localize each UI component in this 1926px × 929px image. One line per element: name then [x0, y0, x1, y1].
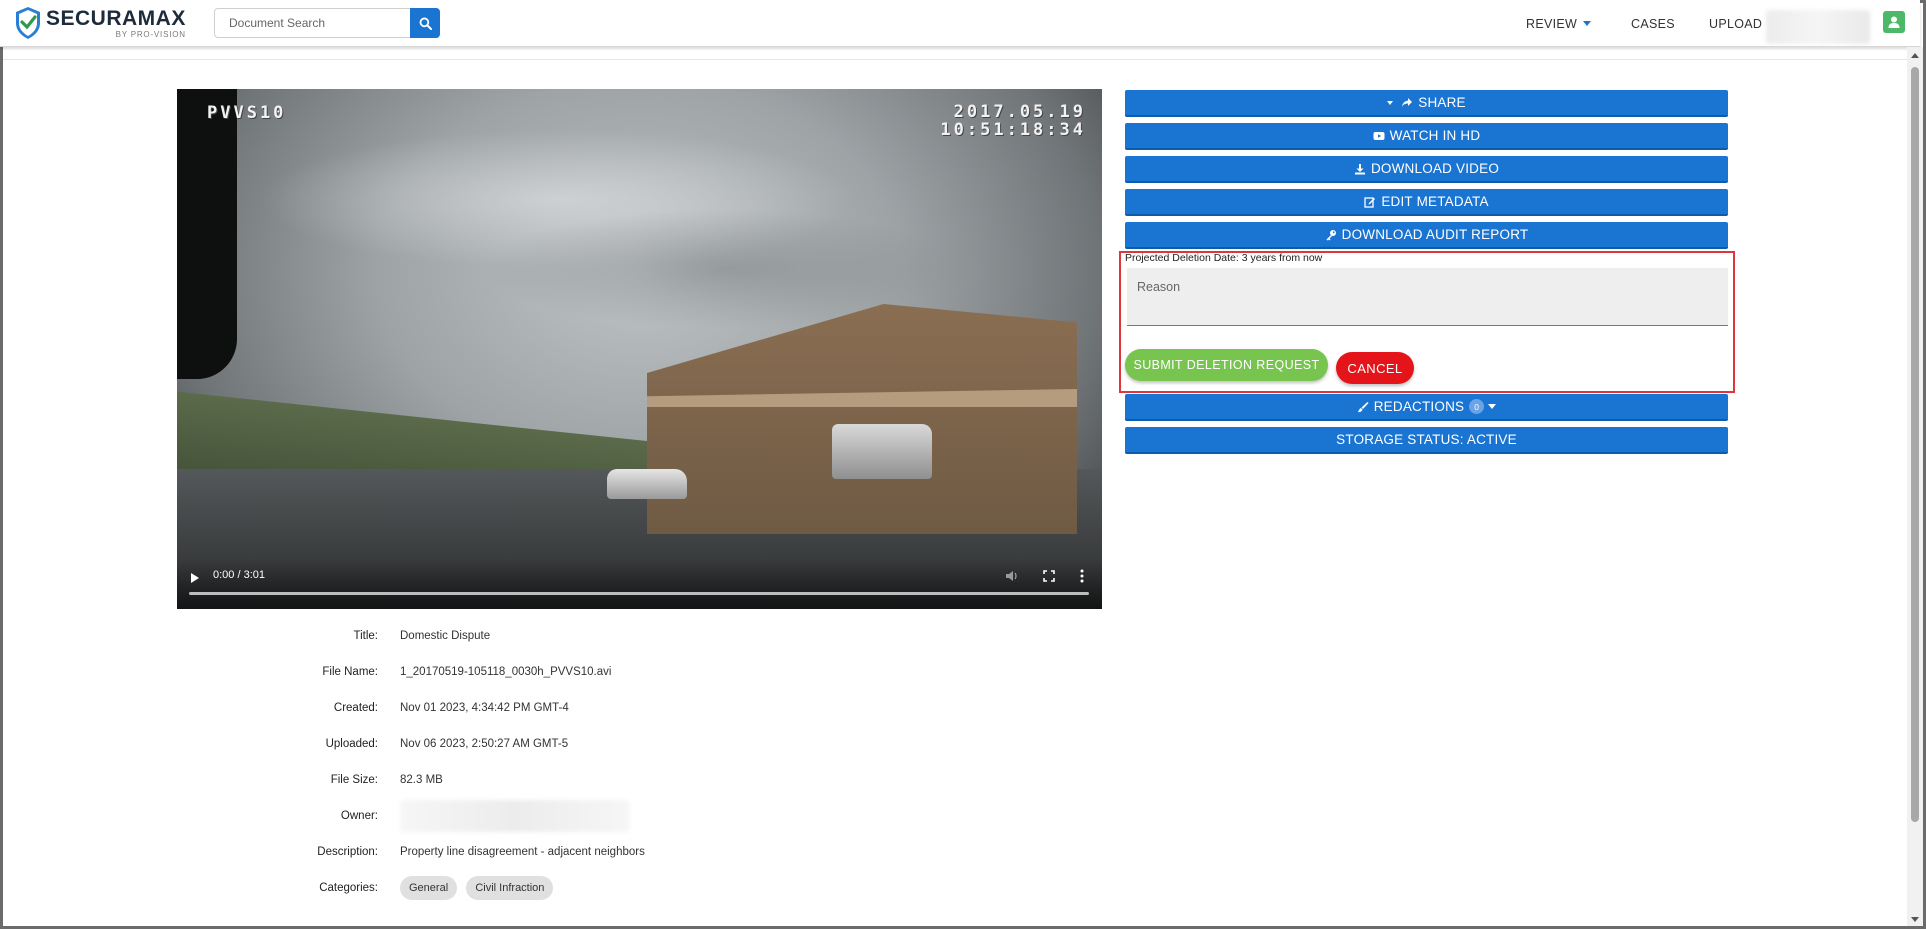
metadata-row-owner: Owner:	[250, 798, 950, 834]
watch-hd-label: WATCH IN HD	[1389, 128, 1481, 143]
metadata-value: Nov 06 2023, 2:50:27 AM GMT-5	[400, 738, 569, 750]
top-navbar: SECURAMAX BY PRO-VISION REVIEW CASES UPL…	[0, 0, 1920, 47]
securamax-logo[interactable]: SECURAMAX BY PRO-VISION	[14, 6, 186, 40]
metadata-row-created: Created: Nov 01 2023, 4:34:42 PM GMT-4	[250, 690, 950, 726]
redactions-button[interactable]: REDACTIONS 0	[1125, 394, 1728, 421]
edit-metadata-label: EDIT METADATA	[1381, 194, 1489, 209]
download-video-button[interactable]: DOWNLOAD VIDEO	[1125, 156, 1728, 183]
cancel-button[interactable]: CANCEL	[1336, 352, 1414, 384]
video-progress-bar[interactable]	[189, 592, 1089, 595]
shield-logo-icon	[16, 7, 40, 39]
search-icon	[419, 17, 432, 30]
redactions-label: REDACTIONS	[1373, 399, 1465, 414]
category-chip[interactable]: General	[400, 876, 458, 900]
download-icon	[1354, 163, 1365, 174]
video-truck	[832, 424, 932, 479]
metadata-row-categories: Categories: General Civil Infraction	[250, 870, 950, 906]
nav-cases[interactable]: CASES	[1631, 0, 1675, 47]
video-metadata: Title: Domestic Dispute File Name: 1_201…	[250, 618, 950, 906]
scroll-up-arrow-icon[interactable]	[1911, 53, 1919, 58]
osd-time: 10:51:18:34	[940, 120, 1086, 140]
metadata-label: Uploaded:	[325, 738, 378, 750]
share-icon	[1402, 97, 1413, 107]
brand-sub: BY PRO-VISION	[115, 29, 186, 39]
edit-metadata-button[interactable]: EDIT METADATA	[1125, 189, 1728, 216]
video-car	[607, 469, 687, 499]
metadata-row-filesize: File Size: 82.3 MB	[250, 762, 950, 798]
toolbar-strip	[3, 50, 1907, 60]
user-icon	[1888, 16, 1900, 28]
submit-deletion-request-button[interactable]: SUBMIT DELETION REQUEST	[1125, 349, 1328, 381]
metadata-value: Domestic Dispute	[400, 630, 491, 642]
download-video-label: DOWNLOAD VIDEO	[1370, 161, 1500, 176]
metadata-label: File Size:	[330, 774, 378, 786]
metadata-label: File Name:	[322, 666, 378, 678]
brush-icon	[1357, 401, 1369, 412]
metadata-row-filename: File Name: 1_20170519-105118_0030h_PVVS1…	[250, 654, 950, 690]
fullscreen-icon[interactable]	[1043, 570, 1055, 582]
metadata-value: 82.3 MB	[400, 774, 443, 786]
user-account-button[interactable]	[1883, 11, 1905, 33]
nav-review[interactable]: REVIEW	[1526, 0, 1592, 47]
play-icon[interactable]	[191, 573, 199, 583]
key-icon	[1326, 229, 1336, 240]
metadata-label: Categories:	[319, 882, 378, 894]
nav-upload-label: UPLOAD	[1709, 16, 1763, 31]
chevron-down-icon	[1387, 100, 1394, 105]
redacted-owner	[400, 800, 630, 832]
brand-name: SECURAMAX	[46, 6, 186, 30]
metadata-row-uploaded: Uploaded: Nov 06 2023, 2:50:27 AM GMT-5	[250, 726, 950, 762]
metadata-label: Description:	[317, 846, 378, 858]
search-input[interactable]	[215, 9, 410, 37]
storage-status-button[interactable]: STORAGE STATUS: ACTIVE	[1125, 427, 1728, 454]
categories-list: General Civil Infraction	[400, 876, 559, 900]
scroll-down-arrow-icon[interactable]	[1911, 917, 1919, 922]
category-chip[interactable]: Civil Infraction	[466, 876, 554, 900]
watch-hd-button[interactable]: WATCH IN HD	[1125, 123, 1728, 150]
chevron-down-icon	[1583, 21, 1592, 26]
metadata-row-title: Title: Domestic Dispute	[250, 618, 950, 654]
share-label: SHARE	[1418, 95, 1466, 110]
metadata-value: Property line disagreement - adjacent ne…	[400, 846, 645, 858]
metadata-label: Created:	[333, 702, 378, 714]
volume-icon[interactable]	[1005, 569, 1019, 583]
share-button[interactable]: SHARE	[1125, 90, 1728, 117]
more-options-icon[interactable]	[1080, 568, 1084, 584]
metadata-value: Nov 01 2023, 4:34:42 PM GMT-4	[400, 702, 569, 714]
metadata-row-description: Description: Property line disagreement …	[250, 834, 950, 870]
chevron-down-icon	[1488, 404, 1497, 409]
metadata-label: Title:	[353, 630, 379, 642]
metadata-value: 1_20170519-105118_0030h_PVVS10.avi	[400, 666, 612, 678]
page-scrollbar[interactable]	[1907, 47, 1923, 926]
youtube-play-icon	[1373, 131, 1385, 140]
storage-status-label: STORAGE STATUS: ACTIVE	[1336, 432, 1517, 447]
action-panel-lower: REDACTIONS 0 STORAGE STATUS: ACTIVE	[1125, 394, 1728, 460]
document-search	[214, 8, 440, 38]
video-foreground-post	[177, 89, 237, 379]
projected-deletion-date: Projected Deletion Date: 3 years from no…	[1125, 252, 1323, 264]
reason-textarea[interactable]	[1127, 268, 1728, 326]
nav-upload[interactable]: UPLOAD	[1709, 0, 1762, 47]
search-button[interactable]	[410, 8, 440, 38]
redacted-username	[1766, 10, 1870, 44]
download-audit-report-button[interactable]: DOWNLOAD AUDIT REPORT	[1125, 222, 1728, 249]
video-controls-bar	[177, 559, 1102, 609]
scroll-thumb[interactable]	[1911, 67, 1919, 822]
video-time: 0:00 / 3:01	[213, 569, 265, 581]
osd-date: 2017.05.19	[953, 102, 1086, 122]
video-player[interactable]: PVVS10 2017.05.19 10:51:18:34 0:00 / 3:0…	[177, 89, 1102, 609]
download-audit-label: DOWNLOAD AUDIT REPORT	[1341, 227, 1529, 242]
osd-camera-label: PVVS10	[207, 103, 287, 123]
redactions-count-badge: 0	[1469, 399, 1485, 414]
metadata-label: Owner:	[340, 810, 378, 822]
nav-cases-label: CASES	[1631, 16, 1675, 31]
edit-icon	[1364, 196, 1376, 208]
nav-review-label: REVIEW	[1526, 16, 1578, 31]
action-panel: SHARE WATCH IN HD DOWNLOAD VIDEO EDIT ME…	[1125, 90, 1728, 255]
osd-timestamp: 2017.05.19 10:51:18:34	[940, 103, 1086, 139]
